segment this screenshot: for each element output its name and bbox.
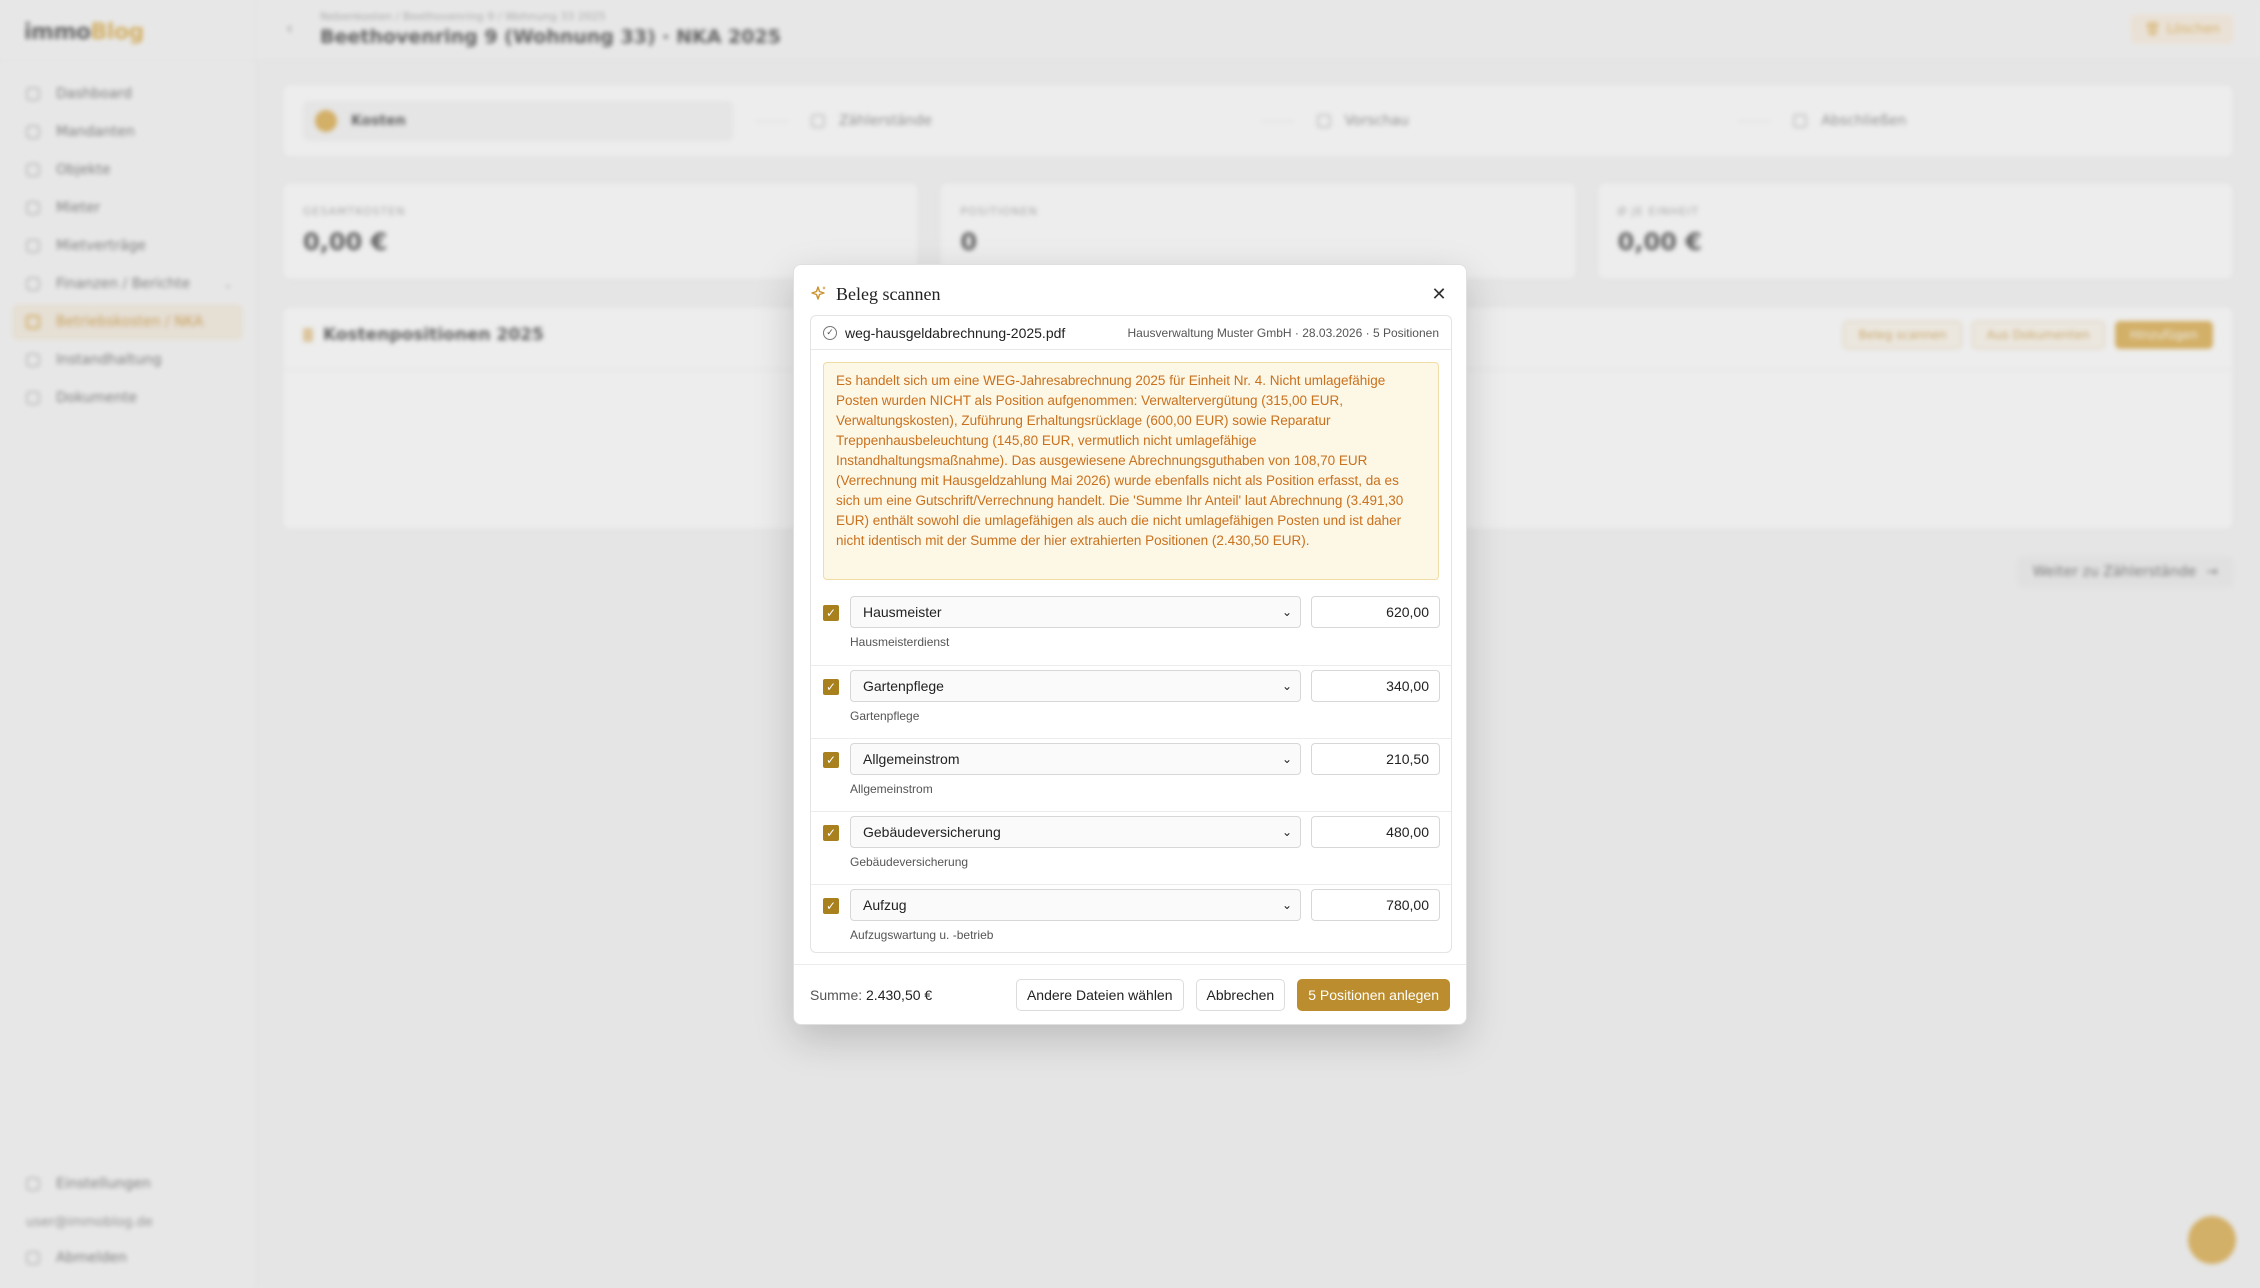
category-value: Aufzug: [863, 897, 907, 913]
category-select[interactable]: Hausmeister ⌄: [850, 596, 1301, 628]
file-name: weg-hausgeldabrechnung-2025.pdf: [845, 324, 1066, 341]
sum-label: Summe:: [810, 986, 863, 1003]
category-value: Gebäudeversicherung: [863, 824, 1001, 840]
dialog-header: Beleg scannen ✕: [810, 279, 1450, 309]
choose-other-files-button[interactable]: Andere Dateien wählen: [1015, 978, 1184, 1011]
position-row: ✓ Aufzug ⌄ 780,00 Aufzugswartung u. -betr…: [811, 884, 1451, 957]
position-checkbox[interactable]: ✓: [823, 752, 839, 768]
sum-display: Summe: 2.430,50 €: [810, 987, 932, 1003]
position-row: ✓ Allgemeinstrom ⌄ 210,50 Allgemeinstrom: [811, 738, 1451, 811]
category-select[interactable]: Gartenpflege ⌄: [850, 670, 1301, 702]
category-select[interactable]: Allgemeinstrom ⌄: [850, 743, 1301, 775]
position-row: ✓ Gebäudeversicherung ⌄ 480,00 Gebäudever…: [811, 811, 1451, 884]
position-checkbox[interactable]: ✓: [823, 679, 839, 695]
extraction-note: Es handelt sich um eine WEG-Jahresabrech…: [823, 362, 1439, 580]
position-description: Aufzugswartung u. -betrieb: [850, 928, 994, 942]
position-row: ✓ Gartenpflege ⌄ 340,00 Gartenpflege: [811, 665, 1451, 738]
amount-input[interactable]: 210,50: [1311, 743, 1440, 775]
position-description: Hausmeisterdienst: [850, 635, 950, 649]
position-description: Gartenpflege: [850, 709, 920, 723]
dialog-footer: Summe: 2.430,50 € Andere Dateien wählen …: [794, 964, 1466, 1024]
dialog-title: Beleg scannen: [836, 283, 941, 304]
sparkles-icon: [811, 286, 826, 300]
file-info-row: ✓ weg-hausgeldabrechnung-2025.pdf Hausve…: [811, 316, 1451, 350]
footer-buttons: Andere Dateien wählen Abbrechen 5 Positi…: [1015, 978, 1450, 1011]
position-checkbox[interactable]: ✓: [823, 825, 839, 841]
position-checkbox[interactable]: ✓: [823, 898, 839, 914]
amount-input[interactable]: 620,00: [1311, 596, 1440, 628]
category-value: Hausmeister: [863, 604, 942, 620]
chevron-down-icon: ⌄: [1281, 898, 1292, 912]
scan-result-panel: ✓ weg-hausgeldabrechnung-2025.pdf Hausve…: [810, 315, 1452, 953]
close-icon[interactable]: ✕: [1428, 283, 1450, 305]
category-value: Allgemeinstrom: [863, 751, 960, 767]
positions-list: ✓ Hausmeister ⌄ 620,00 Hausmeisterdienst …: [811, 592, 1451, 957]
position-checkbox[interactable]: ✓: [823, 605, 839, 621]
cancel-button[interactable]: Abbrechen: [1195, 978, 1286, 1011]
file-meta: Hausverwaltung Muster GmbH · 28.03.2026 …: [1127, 325, 1440, 340]
category-select[interactable]: Aufzug ⌄: [850, 889, 1301, 921]
position-description: Allgemeinstrom: [850, 782, 933, 796]
amount-input[interactable]: 480,00: [1311, 816, 1440, 848]
chevron-down-icon: ⌄: [1281, 679, 1292, 693]
amount-input[interactable]: 340,00: [1311, 670, 1440, 702]
chevron-down-icon: ⌄: [1281, 752, 1292, 766]
category-value: Gartenpflege: [863, 678, 944, 694]
position-description: Gebäudeversicherung: [850, 855, 969, 869]
chevron-down-icon: ⌄: [1281, 605, 1292, 619]
create-positions-button[interactable]: 5 Positionen anlegen: [1297, 978, 1450, 1011]
sum-value: 2.430,50 €: [866, 986, 933, 1003]
scan-receipt-dialog: Beleg scannen ✕ ✓ weg-hausgeldabrechnung…: [793, 264, 1467, 1025]
amount-input[interactable]: 780,00: [1311, 889, 1440, 921]
chevron-down-icon: ⌄: [1281, 825, 1292, 839]
position-row: ✓ Hausmeister ⌄ 620,00 Hausmeisterdienst: [811, 592, 1451, 665]
check-circle-icon: ✓: [823, 325, 837, 340]
category-select[interactable]: Gebäudeversicherung ⌄: [850, 816, 1301, 848]
